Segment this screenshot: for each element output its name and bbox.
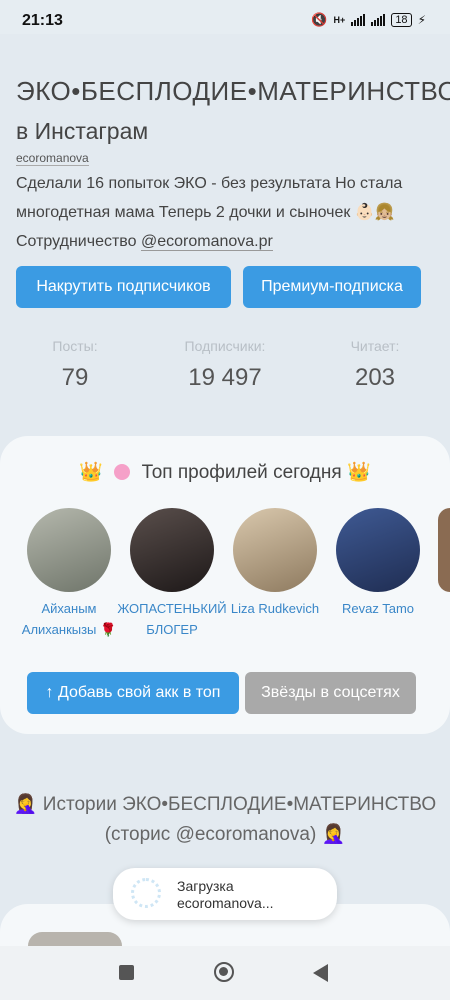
mute-icon: 🔇 <box>311 12 328 27</box>
top-profiles-title-row: 👑 Топ профилей сегодня 👑 <box>0 460 450 484</box>
stat-posts: Посты: 79 <box>25 338 125 392</box>
stories-heading: 🤦‍♀️ Истории ЭКО•БЕСПЛОДИЕ•МАТЕРИНСТВО (… <box>13 794 437 845</box>
top-profile-item[interactable]: ЖОПАСТЕНЬКИЙ БЛОГЕР <box>117 508 227 640</box>
avatar[interactable] <box>336 508 420 592</box>
profile-name[interactable]: Revaz Tamo <box>323 598 433 619</box>
crown-icon-right: 👑 <box>346 462 371 483</box>
stat-following-value: 203 <box>354 364 396 391</box>
crown-icon: 👑 <box>79 462 104 483</box>
top-profiles-title: Топ профилей сегодня <box>141 462 342 483</box>
signal-icon-2 <box>371 14 386 26</box>
top-profile-buttons: ↑ Добавь свой акк в топ Звёзды в соцсетя… <box>27 672 416 714</box>
avatar[interactable] <box>130 508 214 592</box>
status-icons: 🔇 H+ 18 ⚡ <box>311 12 426 28</box>
navigation-bar <box>0 946 450 1000</box>
premium-subscription-button[interactable]: Премиум-подписка <box>243 266 421 308</box>
bio-collab-prefix: Сотрудничество <box>16 233 137 250</box>
status-time: 21:13 <box>22 12 63 29</box>
signal-icon <box>351 14 366 26</box>
profile-subtitle: в Инстаграм <box>16 118 149 144</box>
stars-button[interactable]: Звёзды в соцсетях <box>245 672 416 714</box>
profile-header: ЭКО•БЕСПЛОДИЕ•МАТЕРИНСТВО в Инстаграм ec… <box>16 74 450 256</box>
charging-icon: ⚡ <box>417 13 426 27</box>
top-profiles-card: 👑 Топ профилей сегодня 👑 Айханым Алиханк… <box>0 436 450 734</box>
profile-name[interactable]: ЖОПАСТЕНЬКИЙ БЛОГЕР <box>117 598 227 640</box>
avatar[interactable] <box>27 508 111 592</box>
stat-followers-label: Подписчики: <box>184 338 266 354</box>
recents-icon[interactable] <box>119 965 134 980</box>
avatar[interactable] <box>233 508 317 592</box>
stat-following: Читает: 203 <box>325 338 425 392</box>
stat-following-label: Читает: <box>350 338 400 354</box>
toast-line2: ecoromanova... <box>177 895 274 911</box>
spinner-icon <box>131 878 161 908</box>
avatar-partial[interactable] <box>438 508 450 592</box>
home-icon[interactable] <box>214 962 234 982</box>
stat-followers-value: 19 497 <box>188 364 262 391</box>
network-type: H+ <box>333 15 346 25</box>
back-icon[interactable] <box>313 964 328 982</box>
stat-posts-value: 79 <box>61 364 89 391</box>
bio-collab: Сотрудничество @ecoromanova.pr <box>16 227 436 256</box>
top-profile-item[interactable]: Айханым Алиханкызы 🌹 <box>14 508 124 640</box>
top-profile-item[interactable]: Revaz Tamo <box>323 508 433 619</box>
profile-name[interactable]: Liza Rudkevich <box>220 598 330 619</box>
profile-handle[interactable]: ecoromanova <box>16 151 89 166</box>
bio-text: Сделали 16 попыток ЭКО - без результата … <box>16 175 403 221</box>
loading-toast: Загрузка ecoromanova... <box>113 868 337 920</box>
profile-bio: Сделали 16 попыток ЭКО - без результата … <box>16 169 436 256</box>
toast-line1: Загрузка <box>177 878 234 894</box>
action-buttons: Накрутить подписчиков Премиум-подписка <box>16 266 421 308</box>
stat-followers: Подписчики: 19 497 <box>160 338 290 392</box>
bio-collab-link[interactable]: @ecoromanova.pr <box>140 233 273 251</box>
profile-title: ЭКО•БЕСПЛОДИЕ•МАТЕРИНСТВО <box>16 76 450 106</box>
profile-name[interactable]: Айханым Алиханкызы 🌹 <box>14 598 124 640</box>
stat-posts-label: Посты: <box>52 338 98 354</box>
pink-dot-icon <box>114 464 131 480</box>
boost-followers-button[interactable]: Накрутить подписчиков <box>16 266 231 308</box>
add-to-top-button[interactable]: ↑ Добавь свой акк в топ <box>27 672 239 714</box>
status-bar: 21:13 🔇 H+ 18 ⚡ <box>0 0 450 34</box>
top-profile-item[interactable]: Liza Rudkevich <box>220 508 330 619</box>
battery-icon: 18 <box>391 13 412 27</box>
toast-text: Загрузка ecoromanova... <box>177 878 274 912</box>
